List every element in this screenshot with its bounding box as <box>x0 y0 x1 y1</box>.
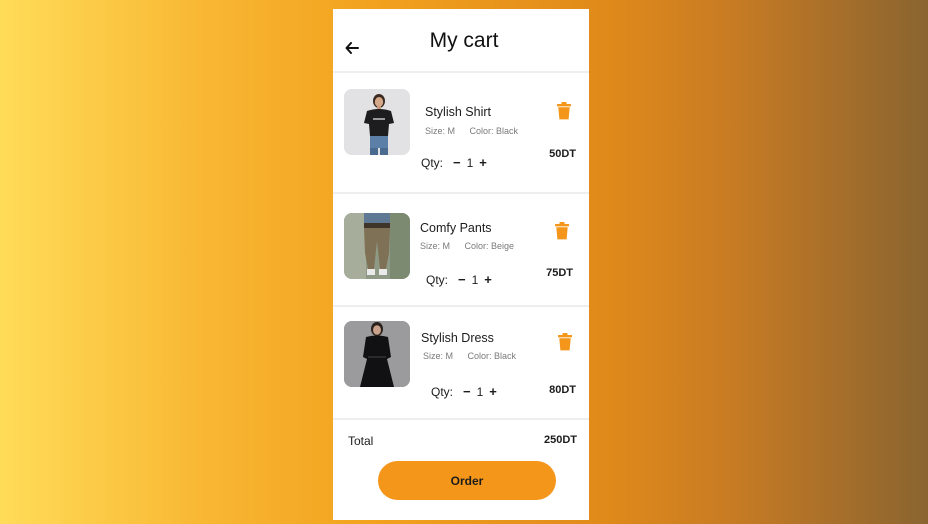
cart-item: Stylish Shirt Size: M Color: Black Qty: … <box>333 73 589 189</box>
product-size: Size: M <box>420 241 451 251</box>
product-meta: Size: M Color: Black <box>423 351 516 361</box>
increment-button[interactable]: + <box>487 384 499 399</box>
decrement-button[interactable]: − <box>456 272 468 287</box>
product-size: Size: M <box>425 126 456 136</box>
product-color: Color: Black <box>467 351 517 361</box>
qty-label: Qty: <box>426 272 449 287</box>
product-image-shirt[interactable] <box>344 89 410 155</box>
quantity-stepper: Qty: − 1 + <box>426 272 494 287</box>
trash-icon[interactable] <box>556 102 572 120</box>
qty-value: 1 <box>466 155 474 170</box>
product-color: Color: Beige <box>464 241 515 251</box>
product-meta: Size: M Color: Beige <box>420 241 514 251</box>
order-button[interactable]: Order <box>378 461 556 500</box>
total-value: 250DT <box>543 434 577 446</box>
quantity-stepper: Qty: − 1 + <box>431 384 499 399</box>
product-image-pants[interactable] <box>344 213 410 279</box>
product-name: Comfy Pants <box>420 221 492 235</box>
product-price: 50DT <box>549 148 576 160</box>
page-title: My cart <box>429 29 499 52</box>
increment-button[interactable]: + <box>477 155 489 170</box>
divider <box>333 418 589 420</box>
product-color: Color: Black <box>469 126 519 136</box>
qty-value: 1 <box>476 384 484 399</box>
product-price: 80DT <box>549 384 576 396</box>
product-image-dress[interactable] <box>344 321 410 387</box>
cart-item: Comfy Pants Size: M Color: Beige Qty: − … <box>333 194 589 310</box>
product-price: 75DT <box>546 267 573 279</box>
cart-screen: My cart Stylish Shirt Size: M Color: Bla… <box>333 9 589 520</box>
decrement-button[interactable]: − <box>461 384 473 399</box>
trash-icon[interactable] <box>557 333 573 351</box>
header: My cart <box>333 9 589 71</box>
increment-button[interactable]: + <box>482 272 494 287</box>
cart-item: Stylish Dress Size: M Color: Black Qty: … <box>333 307 589 423</box>
product-name: Stylish Dress <box>421 331 494 345</box>
decrement-button[interactable]: − <box>451 155 463 170</box>
product-size: Size: M <box>423 351 454 361</box>
trash-icon[interactable] <box>554 222 570 240</box>
total-label: Total <box>348 434 374 448</box>
product-meta: Size: M Color: Black <box>425 126 518 136</box>
qty-value: 1 <box>471 272 479 287</box>
qty-label: Qty: <box>431 384 454 399</box>
product-name: Stylish Shirt <box>425 105 491 119</box>
qty-label: Qty: <box>421 155 444 170</box>
quantity-stepper: Qty: − 1 + <box>421 155 489 170</box>
